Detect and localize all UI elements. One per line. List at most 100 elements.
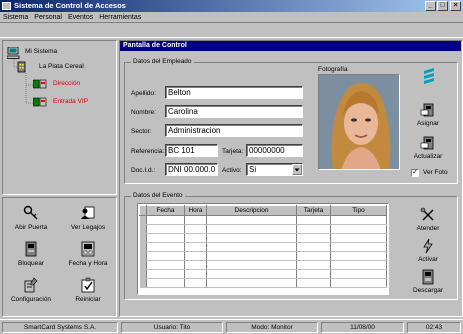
table-row[interactable]	[139, 242, 387, 252]
table-row[interactable]	[139, 233, 387, 243]
main-header: Pantalla de Control	[120, 41, 461, 51]
computer-icon	[7, 47, 20, 59]
col-fecha[interactable]: Fecha	[146, 205, 185, 216]
apellido-label: Apellido:	[131, 90, 156, 97]
date-time-label: Fecha y Hora	[68, 260, 108, 267]
key-icon	[23, 205, 38, 220]
menu-herramientas[interactable]: Herramientas	[96, 12, 144, 23]
tree-root[interactable]: Mi Sistema	[25, 48, 57, 55]
update-button[interactable]: Actualizar	[410, 135, 446, 160]
col-tipo[interactable]: Tipo	[330, 205, 387, 216]
activate-label: Activar	[418, 256, 438, 263]
status-date: 11/08/00	[321, 322, 404, 333]
download-label: Descargar	[413, 287, 443, 294]
docid-field[interactable]: DNI 00.000.0	[165, 163, 218, 176]
activo-select[interactable]: Si	[246, 163, 303, 176]
restart-button[interactable]: Reiniciar	[60, 277, 116, 303]
card-reader-icon	[420, 103, 434, 117]
nombre-field[interactable]: Carolina	[165, 105, 303, 118]
event-group-label: Datos del Evento	[131, 192, 185, 199]
attend-button[interactable]: Atender	[410, 207, 446, 232]
referencia-label: Referencia:	[131, 148, 165, 155]
tools-icon	[420, 207, 434, 221]
toolbar	[0, 23, 463, 38]
app-icon	[2, 2, 11, 10]
status-company: SmartCard Systems S.A.	[2, 322, 118, 333]
menu-sistema[interactable]: Sistema	[0, 12, 31, 23]
door-reader-icon	[33, 97, 47, 107]
lock-button[interactable]: Bloquear	[3, 241, 59, 267]
device-download-icon	[422, 269, 434, 285]
tree-door-entrada-vip[interactable]: Entrada VIP	[53, 98, 88, 105]
restart-icon	[81, 277, 95, 293]
docid-label: Doc.I.d.:	[131, 167, 156, 174]
device-icon	[25, 241, 37, 257]
status-user: Usuario: Tito	[121, 322, 223, 333]
configuration-button[interactable]: Configuración	[3, 277, 59, 303]
open-door-label: Abir Puerta	[14, 224, 48, 231]
menu-bar: Sistema Personal Eventos Herramientas	[0, 12, 463, 23]
assign-label: Asignar	[416, 120, 440, 127]
lock-label: Bloquear	[17, 260, 45, 267]
referencia-field[interactable]: BC 101	[165, 144, 218, 157]
col-descripcion[interactable]: Descripcion	[206, 205, 297, 216]
ver-foto-label: Ver Foto	[423, 169, 448, 176]
maximize-button[interactable]: □	[437, 1, 448, 11]
menu-personal[interactable]: Personal	[31, 12, 65, 23]
event-table: Fecha Hora Descripcion Tarjeta Tipo	[139, 205, 387, 288]
window-title: Sistema de Control de Accesos	[14, 1, 126, 10]
view-files-button[interactable]: Ver Legajos	[60, 205, 116, 231]
table-row[interactable]	[139, 278, 387, 288]
view-files-label: Ver Legajos	[70, 224, 106, 231]
logo-icon	[424, 68, 434, 84]
status-mode: Modo: Monitor	[226, 322, 318, 333]
status-bar: SmartCard Systems S.A. Usuario: Tito Mod…	[0, 319, 463, 334]
activate-button[interactable]: Activar	[410, 238, 446, 263]
dropdown-arrow-icon[interactable]	[292, 164, 302, 175]
assign-button[interactable]: Asignar	[410, 102, 446, 127]
clock-device-icon	[81, 241, 95, 257]
table-row[interactable]	[139, 251, 387, 261]
table-row[interactable]	[139, 224, 387, 234]
menu-eventos[interactable]: Eventos	[65, 12, 96, 23]
lightning-icon	[423, 238, 433, 254]
tree-panel: Mi Sistema La Plata Cereal Dirección Ent…	[2, 40, 117, 195]
row-indicator-header	[139, 205, 147, 216]
event-table-body	[139, 215, 387, 288]
col-hora[interactable]: Hora	[184, 205, 207, 216]
table-row[interactable]	[139, 269, 387, 279]
portrait-image	[319, 75, 399, 169]
person-file-icon	[81, 206, 95, 219]
settings-icon	[24, 277, 38, 293]
table-row[interactable]	[139, 215, 387, 225]
building-icon	[17, 61, 26, 73]
close-button[interactable]: ×	[450, 1, 461, 11]
open-door-button[interactable]: Abir Puerta	[3, 205, 59, 231]
download-button[interactable]: Descargar	[410, 269, 446, 294]
employee-group-label: Datos del Empleado	[131, 58, 194, 65]
card-reader-icon	[420, 136, 434, 150]
nombre-label: Nombre:	[131, 109, 156, 116]
ver-foto-checkbox[interactable]: ✓ Ver Foto	[411, 168, 459, 178]
minimize-button[interactable]: _	[425, 1, 436, 11]
attend-label: Atender	[416, 225, 440, 232]
tree-node-plant[interactable]: La Plata Cereal	[39, 63, 84, 70]
sector-field[interactable]: Administracion	[165, 124, 303, 137]
configuration-label: Configuración	[10, 296, 52, 303]
actions-panel: Abir Puerta Ver Legajos Bloquear Fecha y…	[2, 197, 117, 317]
table-row[interactable]	[139, 260, 387, 270]
tarjeta-field[interactable]: 00000000	[246, 144, 303, 157]
sector-label: Sector:	[131, 128, 152, 135]
col-tarjeta[interactable]: Tarjeta	[296, 205, 331, 216]
checkbox-checked-icon[interactable]: ✓	[411, 169, 419, 177]
date-time-button[interactable]: Fecha y Hora	[60, 241, 116, 267]
activo-value: Si	[249, 165, 257, 174]
title-bar: Sistema de Control de Accesos _ □ ×	[0, 0, 463, 12]
tree-door-direccion[interactable]: Dirección	[53, 80, 80, 87]
update-label: Actualizar	[413, 153, 443, 160]
employee-photo	[318, 74, 400, 170]
tarjeta-label: Tarjeta:	[222, 148, 244, 155]
apellido-field[interactable]: Belton	[165, 86, 303, 99]
door-reader-icon	[33, 79, 47, 89]
photo-label: Fotografía	[318, 66, 348, 73]
